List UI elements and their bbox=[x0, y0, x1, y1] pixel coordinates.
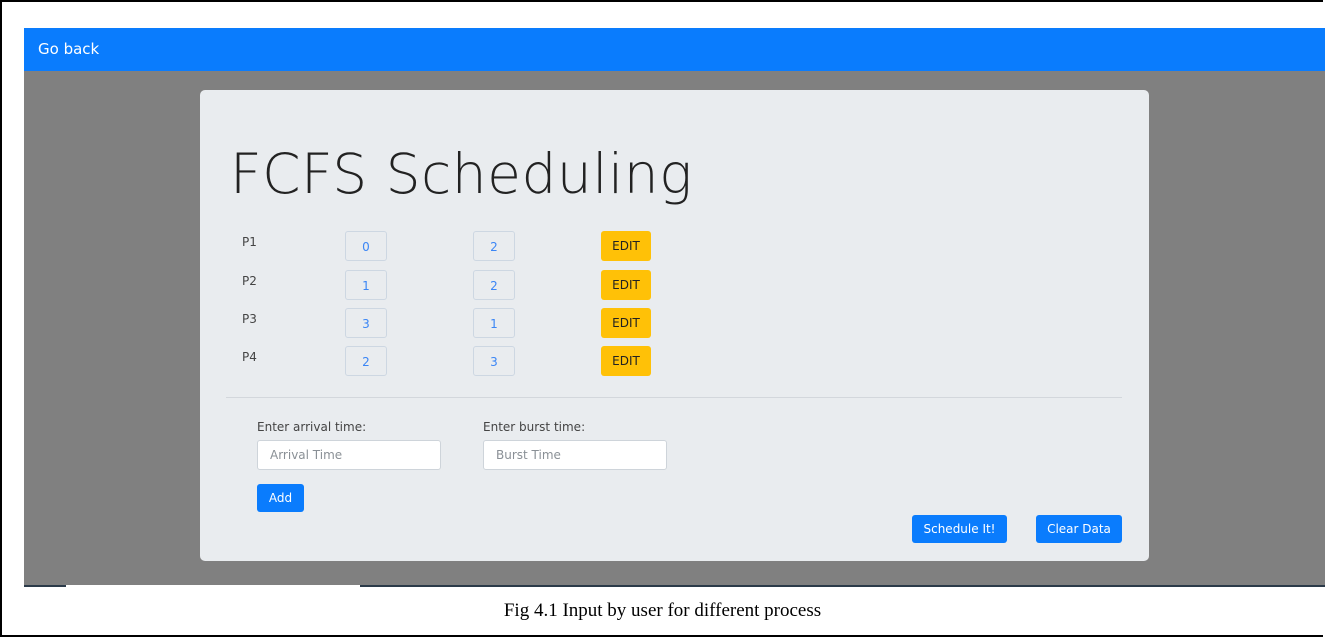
navbar: Go back bbox=[24, 28, 1325, 71]
process-row-p2: P2 1 2 EDIT bbox=[200, 270, 1149, 300]
burst-time-input[interactable] bbox=[483, 440, 667, 470]
edit-button[interactable]: EDIT bbox=[601, 270, 651, 300]
arrival-time-value: 3 bbox=[345, 308, 387, 338]
schedule-button[interactable]: Schedule It! bbox=[912, 515, 1007, 543]
page-title: FCFS Scheduling bbox=[230, 142, 693, 206]
edit-button[interactable]: EDIT bbox=[601, 308, 651, 338]
process-row-p1: P1 0 2 EDIT bbox=[200, 231, 1149, 261]
edit-button[interactable]: EDIT bbox=[601, 231, 651, 261]
clear-data-button[interactable]: Clear Data bbox=[1036, 515, 1122, 543]
arrival-time-input[interactable] bbox=[257, 440, 441, 470]
process-row-p3: P3 3 1 EDIT bbox=[200, 308, 1149, 338]
go-back-link[interactable]: Go back bbox=[38, 40, 99, 58]
add-button[interactable]: Add bbox=[257, 484, 304, 512]
process-name: P3 bbox=[242, 312, 257, 326]
burst-time-label: Enter burst time: bbox=[483, 420, 586, 434]
arrival-time-value: 1 bbox=[345, 270, 387, 300]
burst-time-value: 2 bbox=[473, 270, 515, 300]
backdrop-bottom-gap bbox=[66, 585, 360, 587]
burst-time-value: 3 bbox=[473, 346, 515, 376]
process-row-p4: P4 2 3 EDIT bbox=[200, 346, 1149, 376]
section-divider bbox=[226, 397, 1122, 398]
figure-caption: Fig 4.1 Input by user for different proc… bbox=[503, 600, 822, 621]
burst-time-value: 2 bbox=[473, 231, 515, 261]
process-name: P4 bbox=[242, 350, 257, 364]
arrival-time-value: 2 bbox=[345, 346, 387, 376]
process-name: P1 bbox=[242, 235, 257, 249]
scheduler-card: FCFS Scheduling P1 0 2 EDIT P2 1 2 EDIT … bbox=[200, 90, 1149, 561]
burst-time-value: 1 bbox=[473, 308, 515, 338]
edit-button[interactable]: EDIT bbox=[601, 346, 651, 376]
arrival-time-label: Enter arrival time: bbox=[257, 420, 367, 434]
arrival-time-value: 0 bbox=[345, 231, 387, 261]
process-name: P2 bbox=[242, 274, 257, 288]
